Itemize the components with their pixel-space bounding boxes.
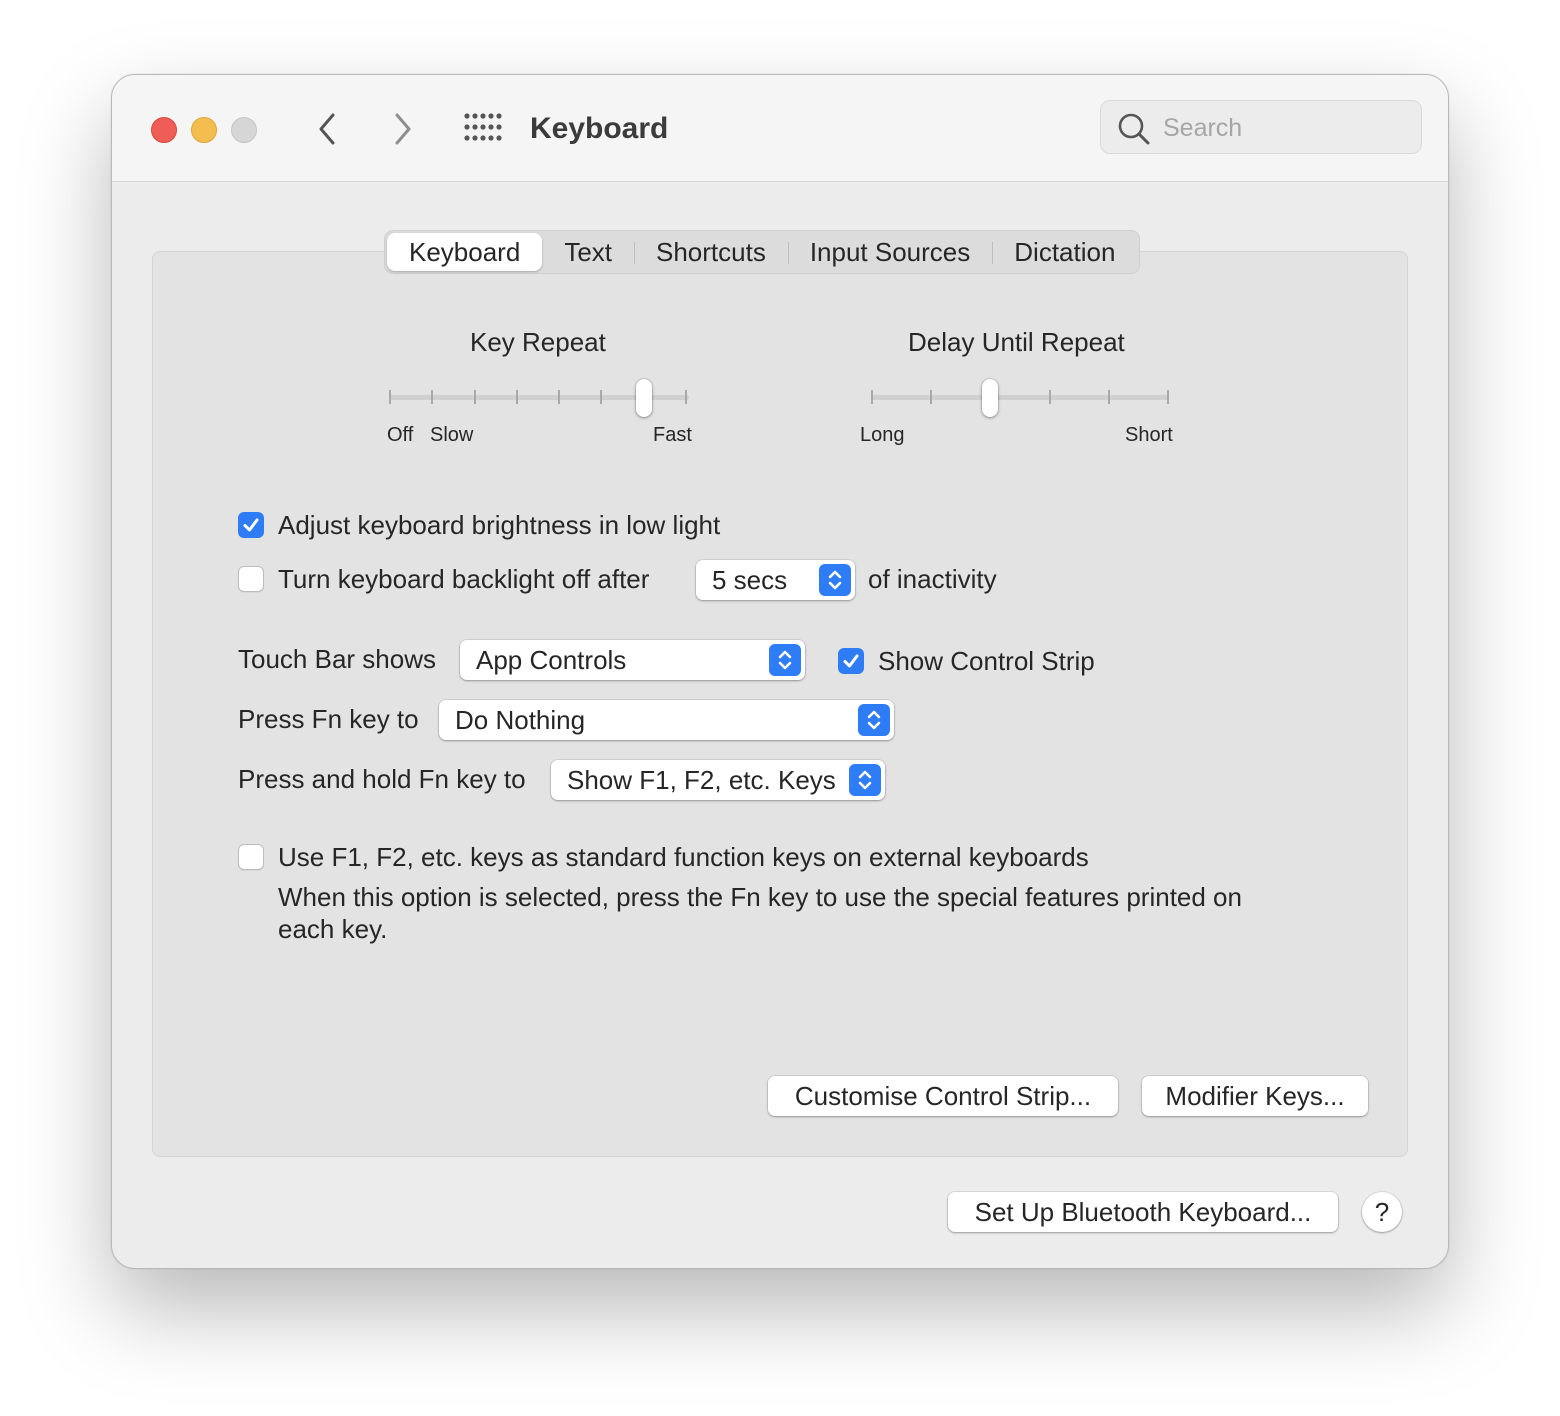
preferences-window: Keyboard Keyboard Text Shortcuts Input S…: [111, 74, 1449, 1269]
minimize-button[interactable]: [191, 117, 217, 143]
tab-bar: Keyboard Text Shortcuts Input Sources Di…: [384, 230, 1141, 274]
adjust-brightness-label: Adjust keyboard brightness in low light: [278, 510, 721, 540]
standard-fn-keys-label: Use F1, F2, etc. keys as standard functi…: [278, 842, 1089, 872]
key-repeat-tick: [515, 390, 518, 404]
press-fn-label: Press Fn key to: [238, 704, 419, 734]
popup-arrows-icon: [819, 564, 851, 596]
popup-arrows-icon: [858, 704, 890, 736]
delay-until-repeat-title: Delay Until Repeat: [908, 327, 1125, 357]
close-button[interactable]: [151, 117, 177, 143]
key-repeat-tick: [473, 390, 476, 404]
chevron-right-icon: [395, 113, 411, 145]
help-button[interactable]: ?: [1362, 1192, 1402, 1232]
delay-tick: [1048, 390, 1051, 404]
backlight-off-checkbox[interactable]: [238, 566, 264, 592]
delay-label-short: Short: [1125, 424, 1173, 446]
tab-text[interactable]: Text: [542, 233, 634, 271]
search-icon: [1118, 113, 1150, 145]
hold-fn-label: Press and hold Fn key to: [238, 764, 526, 794]
touch-bar-value: App Controls: [476, 645, 627, 675]
show-all-button[interactable]: [464, 113, 502, 141]
key-repeat-tick: [558, 390, 561, 404]
adjust-brightness-checkbox[interactable]: [238, 512, 264, 538]
standard-fn-keys-checkbox[interactable]: [238, 844, 264, 870]
delay-tick: [1167, 390, 1169, 404]
titlebar: Keyboard: [112, 75, 1448, 182]
show-control-strip-checkbox[interactable]: [838, 648, 864, 674]
grid-icon: [464, 113, 502, 141]
delay-slider-knob[interactable]: [982, 379, 999, 417]
tab-dictation[interactable]: Dictation: [992, 233, 1137, 271]
show-control-strip-label: Show Control Strip: [878, 646, 1095, 676]
backlight-off-label: Turn keyboard backlight off after: [278, 564, 650, 594]
forward-button[interactable]: [384, 109, 420, 149]
modifier-keys-button[interactable]: Modifier Keys...: [1142, 1076, 1368, 1116]
search-field[interactable]: [1100, 100, 1422, 154]
back-button[interactable]: [310, 109, 346, 149]
delay-tick: [871, 390, 873, 404]
search-input[interactable]: [1161, 109, 1405, 147]
delay-tick: [930, 390, 933, 404]
key-repeat-tick: [389, 390, 391, 404]
checkmark-icon: [243, 518, 259, 532]
popup-arrows-icon: [849, 764, 881, 796]
zoom-button[interactable]: [231, 117, 257, 143]
press-fn-value: Do Nothing: [455, 705, 586, 735]
key-repeat-tick: [431, 390, 434, 404]
touch-bar-popup[interactable]: App Controls: [460, 640, 805, 680]
delay-slider-track[interactable]: [871, 395, 1169, 400]
hold-fn-value: Show F1, F2, etc. Keys: [567, 765, 836, 795]
window-title: Keyboard: [530, 112, 669, 145]
chevron-left-icon: [319, 113, 335, 145]
key-repeat-title: Key Repeat: [470, 327, 606, 357]
touch-bar-label: Touch Bar shows: [238, 644, 436, 674]
delay-tick: [1107, 390, 1110, 404]
delay-label-long: Long: [860, 424, 905, 446]
standard-fn-keys-description-line2: each key.: [278, 914, 388, 944]
backlight-timeout-popup[interactable]: 5 secs: [696, 560, 855, 600]
backlight-timeout-value: 5 secs: [712, 565, 788, 595]
key-repeat-tick: [685, 390, 687, 404]
checkmark-icon: [843, 654, 859, 668]
tab-shortcuts[interactable]: Shortcuts: [634, 233, 788, 271]
key-repeat-label-off: Off: [387, 424, 414, 446]
key-repeat-tick: [600, 390, 603, 404]
customise-control-strip-button[interactable]: Customise Control Strip...: [768, 1076, 1118, 1116]
key-repeat-label-fast: Fast: [653, 424, 692, 446]
standard-fn-keys-description-line1: When this option is selected, press the …: [278, 882, 1242, 912]
inactivity-suffix-label: of inactivity: [868, 564, 997, 594]
key-repeat-label-slow: Slow: [430, 424, 474, 446]
set-up-bluetooth-keyboard-button[interactable]: Set Up Bluetooth Keyboard...: [948, 1192, 1338, 1232]
key-repeat-slider-knob[interactable]: [635, 379, 652, 417]
tab-input-sources[interactable]: Input Sources: [787, 233, 992, 271]
hold-fn-popup[interactable]: Show F1, F2, etc. Keys: [551, 760, 885, 800]
tab-keyboard[interactable]: Keyboard: [387, 233, 543, 271]
popup-arrows-icon: [769, 644, 801, 676]
press-fn-popup[interactable]: Do Nothing: [439, 700, 894, 740]
